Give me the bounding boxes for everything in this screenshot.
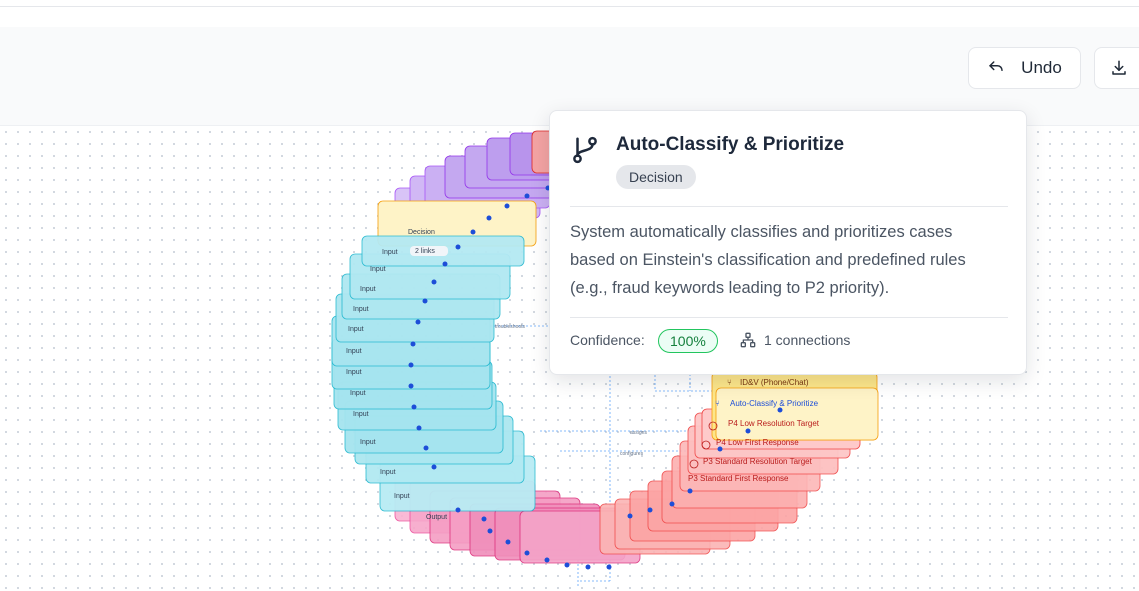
input-node-label: Input	[348, 326, 364, 333]
top-strip	[0, 0, 1139, 7]
input-node-label: Input	[394, 493, 410, 500]
tooltip-description: System automatically classifies and prio…	[570, 223, 966, 297]
auto-classify-node-icon: ⑂	[715, 399, 720, 408]
connections-info: 1 connections	[740, 332, 850, 348]
tooltip-title: Auto-Classify & Prioritize	[616, 134, 845, 155]
undo-button[interactable]: Undo	[968, 47, 1081, 89]
input-node-label: Input	[382, 249, 398, 256]
input-node-label: Input	[360, 439, 376, 446]
input-node-label: Input	[346, 369, 362, 376]
input-node-label: Input	[346, 348, 362, 355]
confidence-label: Confidence:	[570, 332, 645, 348]
input-node-label: Input	[350, 390, 366, 397]
confidence-badge: 100%	[658, 329, 718, 353]
links-badge-label: 2 links	[415, 248, 435, 255]
input-node-label: Input	[360, 286, 376, 293]
node-label-idv: ID&V (Phone/Chat)	[740, 378, 809, 387]
idv-icon: ⑂	[727, 378, 732, 387]
edge-label-troubleshoots: troubleshoots	[495, 324, 526, 330]
node-label-auto-classify[interactable]: Auto-Classify & Prioritize	[730, 399, 819, 408]
input-node-label: Input	[353, 411, 369, 418]
network-icon	[740, 332, 756, 348]
input-node-label: Input	[370, 266, 386, 273]
output-label: Output	[426, 514, 447, 521]
download-button[interactable]	[1094, 47, 1139, 89]
undo-icon	[989, 61, 1003, 71]
divider	[570, 206, 1008, 207]
download-icon	[1112, 60, 1126, 75]
node-label-p4-resolution: P4 Low Resolution Target	[728, 419, 820, 428]
input-nodes-group[interactable]	[331, 235, 536, 512]
edge-label-configures: configures	[620, 451, 644, 457]
git-branch-icon	[573, 136, 597, 164]
input-node-label: Input	[380, 469, 396, 476]
node-type-badge: Decision	[616, 165, 696, 189]
node-detail-tooltip: Auto-Classify & Prioritize Decision Syst…	[549, 110, 1027, 375]
node-label-p3-resolution: P3 Standard Resolution Target	[703, 457, 813, 466]
undo-label: Undo	[1021, 58, 1062, 77]
node-label-p4-first-response: P4 Low First Response	[716, 438, 799, 447]
input-node-label: Input	[353, 306, 369, 313]
connections-label: 1 connections	[764, 332, 851, 348]
divider	[570, 317, 1008, 318]
decision-node-label: Decision	[408, 229, 435, 236]
edge-label-assigns: assigns	[630, 430, 647, 436]
node-label-p3-first-response: P3 Standard First Response	[688, 474, 789, 483]
